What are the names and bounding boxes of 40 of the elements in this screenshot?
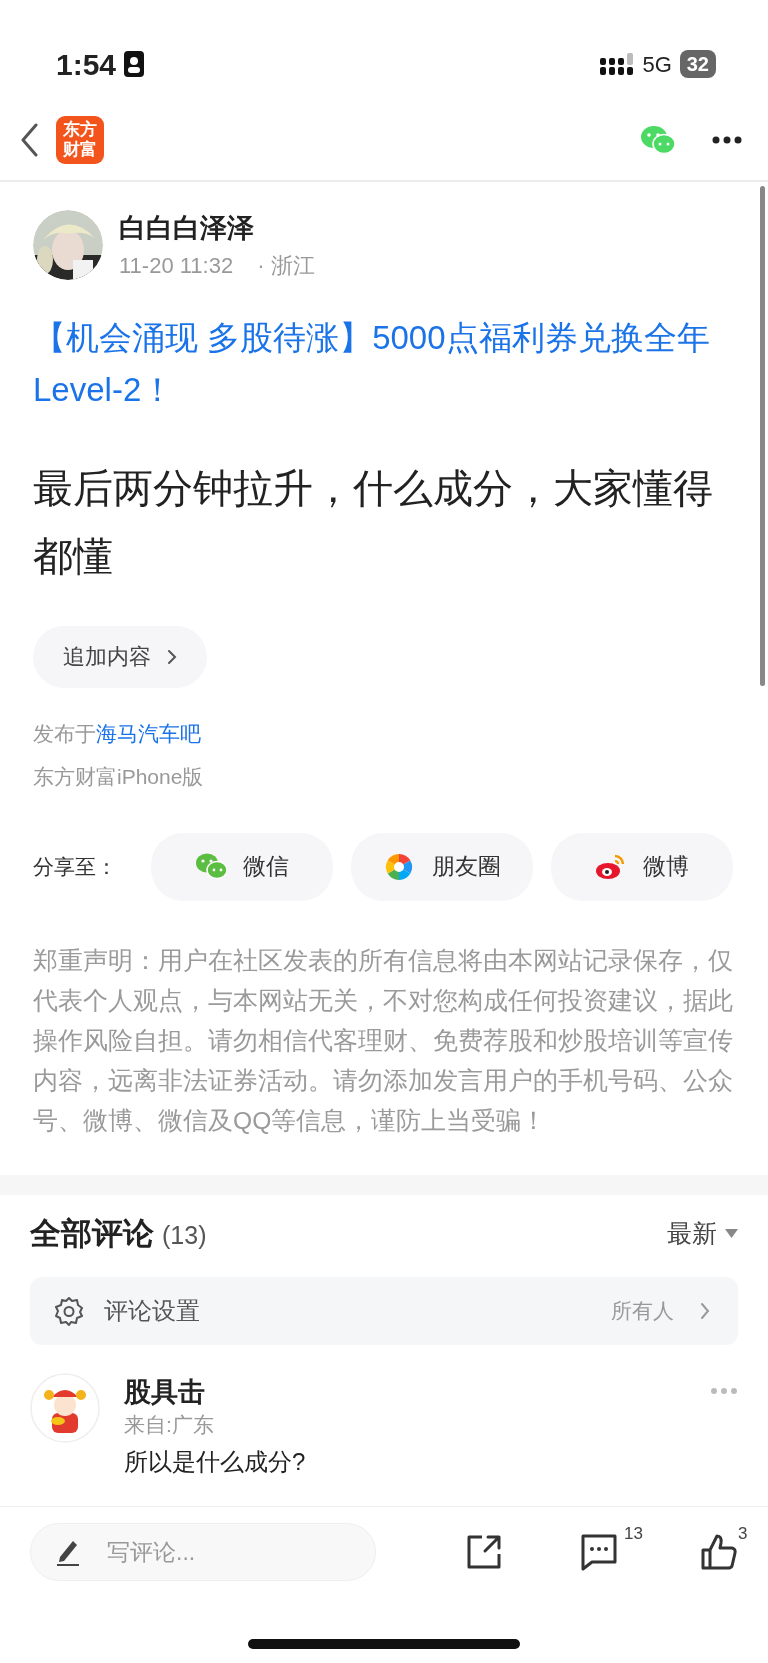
settings-icon xyxy=(54,1296,84,1326)
append-content-button[interactable]: 追加内容 xyxy=(33,625,207,688)
comment-settings-row[interactable]: 评论设置 所有人 xyxy=(30,1277,738,1345)
more-icon[interactable] xyxy=(712,136,742,144)
forum-link[interactable]: 海马汽车吧 xyxy=(96,721,201,745)
share-icon[interactable] xyxy=(466,1534,502,1570)
avatar-icon xyxy=(30,1373,100,1443)
sort-dropdown[interactable]: 最新 xyxy=(667,1215,738,1253)
wechat-icon xyxy=(195,851,227,882)
signal-icon xyxy=(600,53,635,75)
network-label: 5G xyxy=(642,50,672,79)
published-in-text: 发布于海马汽车吧 xyxy=(33,720,202,747)
comment-icon[interactable] xyxy=(580,1533,618,1571)
chevron-right-icon xyxy=(167,648,177,665)
author-name[interactable]: 白白白泽泽 xyxy=(119,208,315,249)
share-button[interactable]: 微博 xyxy=(551,832,733,901)
post-time: 11-20 11:32 xyxy=(119,251,234,280)
disclaimer-text: 郑重声明：用户在社区发表的所有信息将由本网站记录保存，仅代表个人观点，与本网站无关，不对您构成任何投资建议，据此操作风险自担。请勿相信代客理财、免费荐股和炒股培训等宣传内容，远离非法证券活动。请勿添加发言用户的手机号码、公众号、微博、微信及QQ等信息，谨防上当受骗！ xyxy=(33,945,734,1136)
comment-origin: 来自:广东 xyxy=(124,1412,215,1438)
comment-count: (13) xyxy=(162,1219,207,1251)
id-card-icon xyxy=(124,51,145,77)
comment-text: 所以是什么成分? xyxy=(124,1446,307,1477)
battery-level: 32 xyxy=(679,50,716,78)
like-count-label: 3 xyxy=(738,1523,748,1545)
commenter-name[interactable]: 股具击 xyxy=(124,1375,686,1409)
comment-input-field[interactable]: 写评论... xyxy=(30,1523,376,1581)
status-time: 1:54 xyxy=(56,46,117,83)
share-label: 分享至： xyxy=(33,853,118,880)
thumbs-up-icon[interactable] xyxy=(700,1533,738,1571)
comment-count-label: 13 xyxy=(624,1523,643,1545)
comments-title: 全部评论 xyxy=(30,1214,154,1253)
caret-down-icon xyxy=(725,1229,738,1239)
post-title[interactable]: 【机会涌现 多股待涨】5000点福利券兑换全年Level-2！ xyxy=(33,311,735,416)
share-button[interactable]: 朋友圈 xyxy=(351,832,533,901)
post-body: 最后两分钟拉升，什么成分，大家懂得都懂 xyxy=(33,464,714,580)
chevron-right-icon xyxy=(700,1302,710,1320)
share-button[interactable]: 微信 xyxy=(151,832,333,901)
client-label: 东方财富iPhone版 xyxy=(33,764,205,790)
post-location: · 浙江 xyxy=(257,251,315,280)
back-icon[interactable] xyxy=(20,123,40,157)
